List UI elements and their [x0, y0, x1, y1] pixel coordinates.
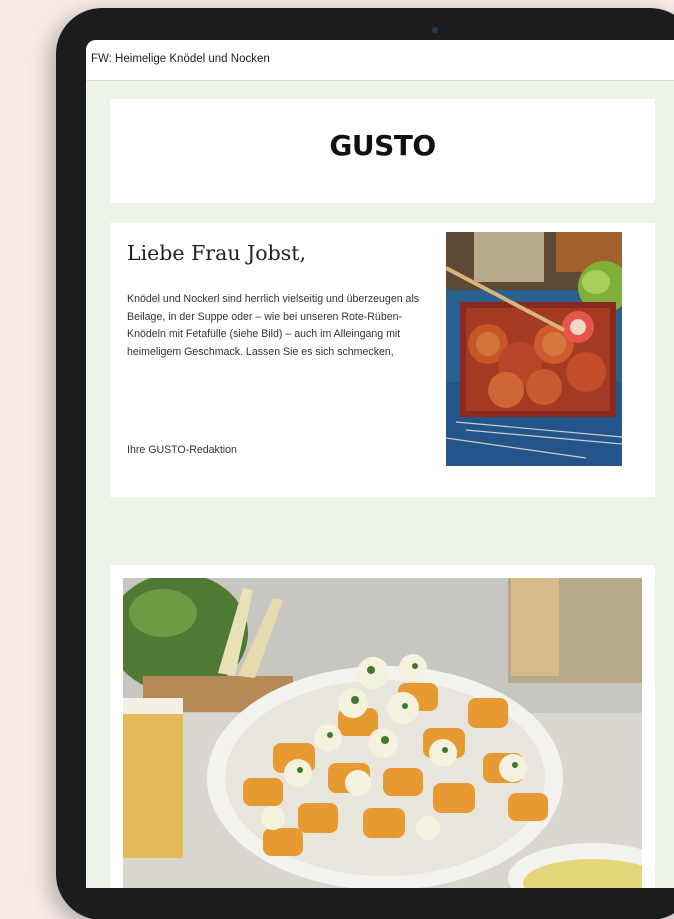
page: FW: Heimelige Knödel und Nocken GUSTO Li… — [0, 0, 674, 919]
email-titlebar: FW: Heimelige Knödel und Nocken — [86, 40, 674, 81]
email-subject[interactable]: FW: Heimelige Knödel und Nocken — [91, 53, 270, 65]
newsletter-header: GUSTO — [110, 99, 655, 203]
front-camera-icon — [432, 27, 438, 33]
pumpkin-gnocchi-photo[interactable] — [123, 578, 642, 888]
beetroot-dumplings-photo[interactable] — [446, 232, 622, 466]
greeting: Liebe Frau Jobst, — [127, 241, 306, 265]
intro-text: Knödel und Nockerl sind herrlich vielsei… — [127, 293, 420, 358]
recipe-card — [110, 565, 655, 888]
signature: Ihre GUSTO-Redaktion — [127, 444, 237, 456]
gusto-logo[interactable]: GUSTO — [110, 129, 655, 162]
email-screen: FW: Heimelige Knödel und Nocken GUSTO Li… — [86, 40, 674, 888]
intro-card: Liebe Frau Jobst, Knödel und Nockerl sin… — [110, 223, 655, 497]
